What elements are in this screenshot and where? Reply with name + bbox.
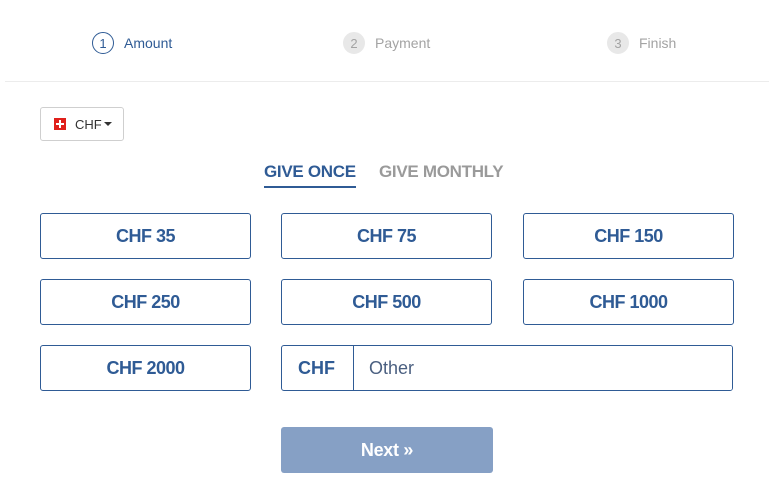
amount-button-1000[interactable]: CHF 1000 [523,279,734,325]
caret-down-icon [103,122,112,126]
other-amount-group: CHF [281,345,733,391]
step-amount: 1 Amount [92,32,172,54]
swiss-flag-icon [54,118,66,130]
amount-button-250[interactable]: CHF 250 [40,279,251,325]
give-once-tab[interactable]: GIVE ONCE [264,162,356,188]
amount-button-35[interactable]: CHF 35 [40,213,251,259]
step-number: 1 [92,32,114,54]
step-finish: 3 Finish [607,32,676,54]
other-amount-input[interactable] [354,346,732,390]
step-payment: 2 Payment [343,32,430,54]
step-label: Payment [375,35,431,51]
next-button[interactable]: Next » [281,427,493,473]
amount-button-500[interactable]: CHF 500 [281,279,492,325]
give-monthly-tab[interactable]: GIVE MONTHLY [379,162,504,182]
step-label: Finish [639,35,677,51]
step-number: 3 [607,32,629,54]
currency-prefix: CHF [282,346,354,390]
step-number: 2 [343,32,365,54]
progress-steps: 1 Amount 2 Payment 3 Finish [5,0,769,82]
currency-label: CHF [75,116,102,132]
amount-button-2000[interactable]: CHF 2000 [40,345,251,391]
step-label: Amount [124,35,173,51]
amount-button-75[interactable]: CHF 75 [281,213,492,259]
currency-dropdown[interactable]: CHF [40,107,124,141]
amount-button-150[interactable]: CHF 150 [523,213,734,259]
